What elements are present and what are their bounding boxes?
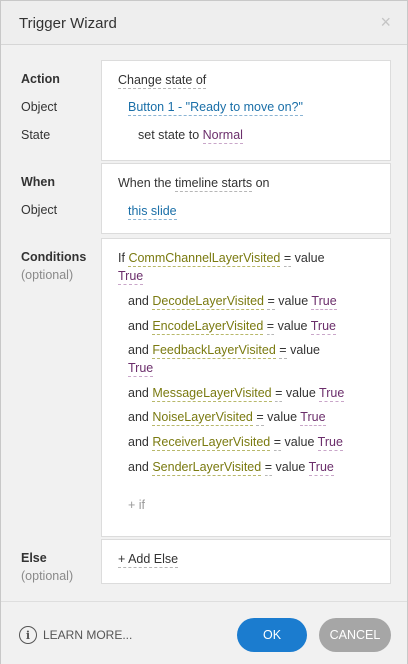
condition-value-label: value xyxy=(275,460,306,474)
condition-row: and DecodeLayerVisited = value True xyxy=(128,294,337,310)
label-else: Else xyxy=(21,551,47,565)
label-conditions-optional: (optional) xyxy=(21,268,74,282)
action-card: Change state of Button 1 - "Ready to mov… xyxy=(101,60,391,161)
dialog-footer: i LEARN MORE... OK CANCEL xyxy=(1,601,407,664)
label-state: State xyxy=(21,128,51,142)
else-card: + Add Else xyxy=(101,539,391,584)
when-event-dropdown[interactable]: timeline starts xyxy=(175,176,253,192)
condition-value-label: value xyxy=(294,251,325,265)
trigger-wizard-dialog: Trigger Wizard × Action Object State Cha… xyxy=(0,0,408,664)
condition-value-label: value xyxy=(285,386,316,400)
condition-keyword: If xyxy=(118,251,125,265)
condition-keyword: and xyxy=(128,343,149,357)
condition-variable[interactable]: EncodeLayerVisited xyxy=(152,319,264,335)
title-bar: Trigger Wizard × xyxy=(1,1,407,45)
condition-row: and EncodeLayerVisited = value True xyxy=(128,319,336,335)
condition-value[interactable]: True xyxy=(311,294,337,310)
state-prefix: set state to xyxy=(138,128,200,142)
close-icon[interactable]: × xyxy=(380,12,391,32)
condition-row-first: If CommChannelLayerVisited = value xyxy=(118,251,325,267)
condition-value[interactable]: True xyxy=(317,435,343,451)
condition-value-label: value xyxy=(267,410,298,424)
condition-value[interactable]: True xyxy=(319,386,345,402)
label-when: When xyxy=(21,175,56,189)
condition-row: and SenderLayerVisited = value True xyxy=(128,460,334,476)
condition-value-label: value xyxy=(277,319,308,333)
condition-keyword: and xyxy=(128,410,149,424)
condition-operator[interactable]: = xyxy=(275,386,283,402)
condition-row: and FeedbackLayerVisited = value xyxy=(128,343,320,359)
label-action: Action xyxy=(21,72,60,86)
condition-variable[interactable]: CommChannelLayerVisited xyxy=(128,251,281,267)
learn-more-link[interactable]: i LEARN MORE... xyxy=(19,626,132,644)
condition-operator[interactable]: = xyxy=(267,294,275,310)
when-object-dropdown[interactable]: this slide xyxy=(128,204,177,220)
condition-variable[interactable]: ReceiverLayerVisited xyxy=(152,435,271,451)
condition-row: and ReceiverLayerVisited = value True xyxy=(128,435,343,451)
condition-variable[interactable]: FeedbackLayerVisited xyxy=(152,343,276,359)
condition-operator[interactable]: = xyxy=(279,343,287,359)
label-when-object: Object xyxy=(21,203,58,217)
condition-variable[interactable]: DecodeLayerVisited xyxy=(152,294,264,310)
when-prefix: When the xyxy=(118,176,172,190)
add-else-button[interactable]: + Add Else xyxy=(118,552,179,568)
condition-value[interactable]: True xyxy=(128,361,154,377)
condition-value-label: value xyxy=(278,294,309,308)
condition-value-label: value xyxy=(284,435,315,449)
info-icon: i xyxy=(19,626,37,644)
label-else-optional: (optional) xyxy=(21,569,74,583)
condition-value[interactable]: True xyxy=(300,410,326,426)
condition-keyword: and xyxy=(128,319,149,333)
condition-value[interactable]: True xyxy=(310,319,336,335)
action-object-dropdown[interactable]: Button 1 - "Ready to move on?" xyxy=(128,100,303,116)
condition-row: and NoiseLayerVisited = value True xyxy=(128,410,326,426)
condition-operator[interactable]: = xyxy=(273,435,282,451)
when-on: on xyxy=(255,176,270,190)
condition-keyword: and xyxy=(128,386,149,400)
condition-operator[interactable]: = xyxy=(256,410,264,426)
condition-value[interactable]: True xyxy=(308,460,334,476)
condition-value-label: value xyxy=(290,343,320,357)
when-card: When the timeline starts on this slide xyxy=(101,163,391,234)
condition-operator[interactable]: = xyxy=(266,319,275,335)
condition-keyword: and xyxy=(128,460,149,474)
condition-keyword: and xyxy=(128,435,149,449)
state-value-dropdown[interactable]: Normal xyxy=(202,128,243,144)
learn-more-label: LEARN MORE... xyxy=(43,628,133,642)
dialog-title: Trigger Wizard xyxy=(19,15,117,32)
condition-variable[interactable]: NoiseLayerVisited xyxy=(152,410,253,426)
label-conditions: Conditions xyxy=(21,250,87,264)
add-if-button[interactable]: + if xyxy=(128,498,145,512)
condition-variable[interactable]: SenderLayerVisited xyxy=(152,460,262,476)
ok-button[interactable]: OK xyxy=(237,618,307,652)
condition-operator[interactable]: = xyxy=(264,460,273,476)
label-object: Object xyxy=(21,100,58,114)
cancel-button[interactable]: CANCEL xyxy=(319,618,391,652)
condition-operator[interactable]: = xyxy=(283,251,292,267)
condition-row: and MessageLayerVisited = value True xyxy=(128,386,345,402)
condition-keyword: and xyxy=(128,294,149,308)
conditions-card: If CommChannelLayerVisited = value True … xyxy=(101,238,391,537)
action-verb-dropdown[interactable]: Change state of xyxy=(118,73,207,89)
condition-variable[interactable]: MessageLayerVisited xyxy=(152,386,272,402)
condition-value[interactable]: True xyxy=(118,269,144,285)
